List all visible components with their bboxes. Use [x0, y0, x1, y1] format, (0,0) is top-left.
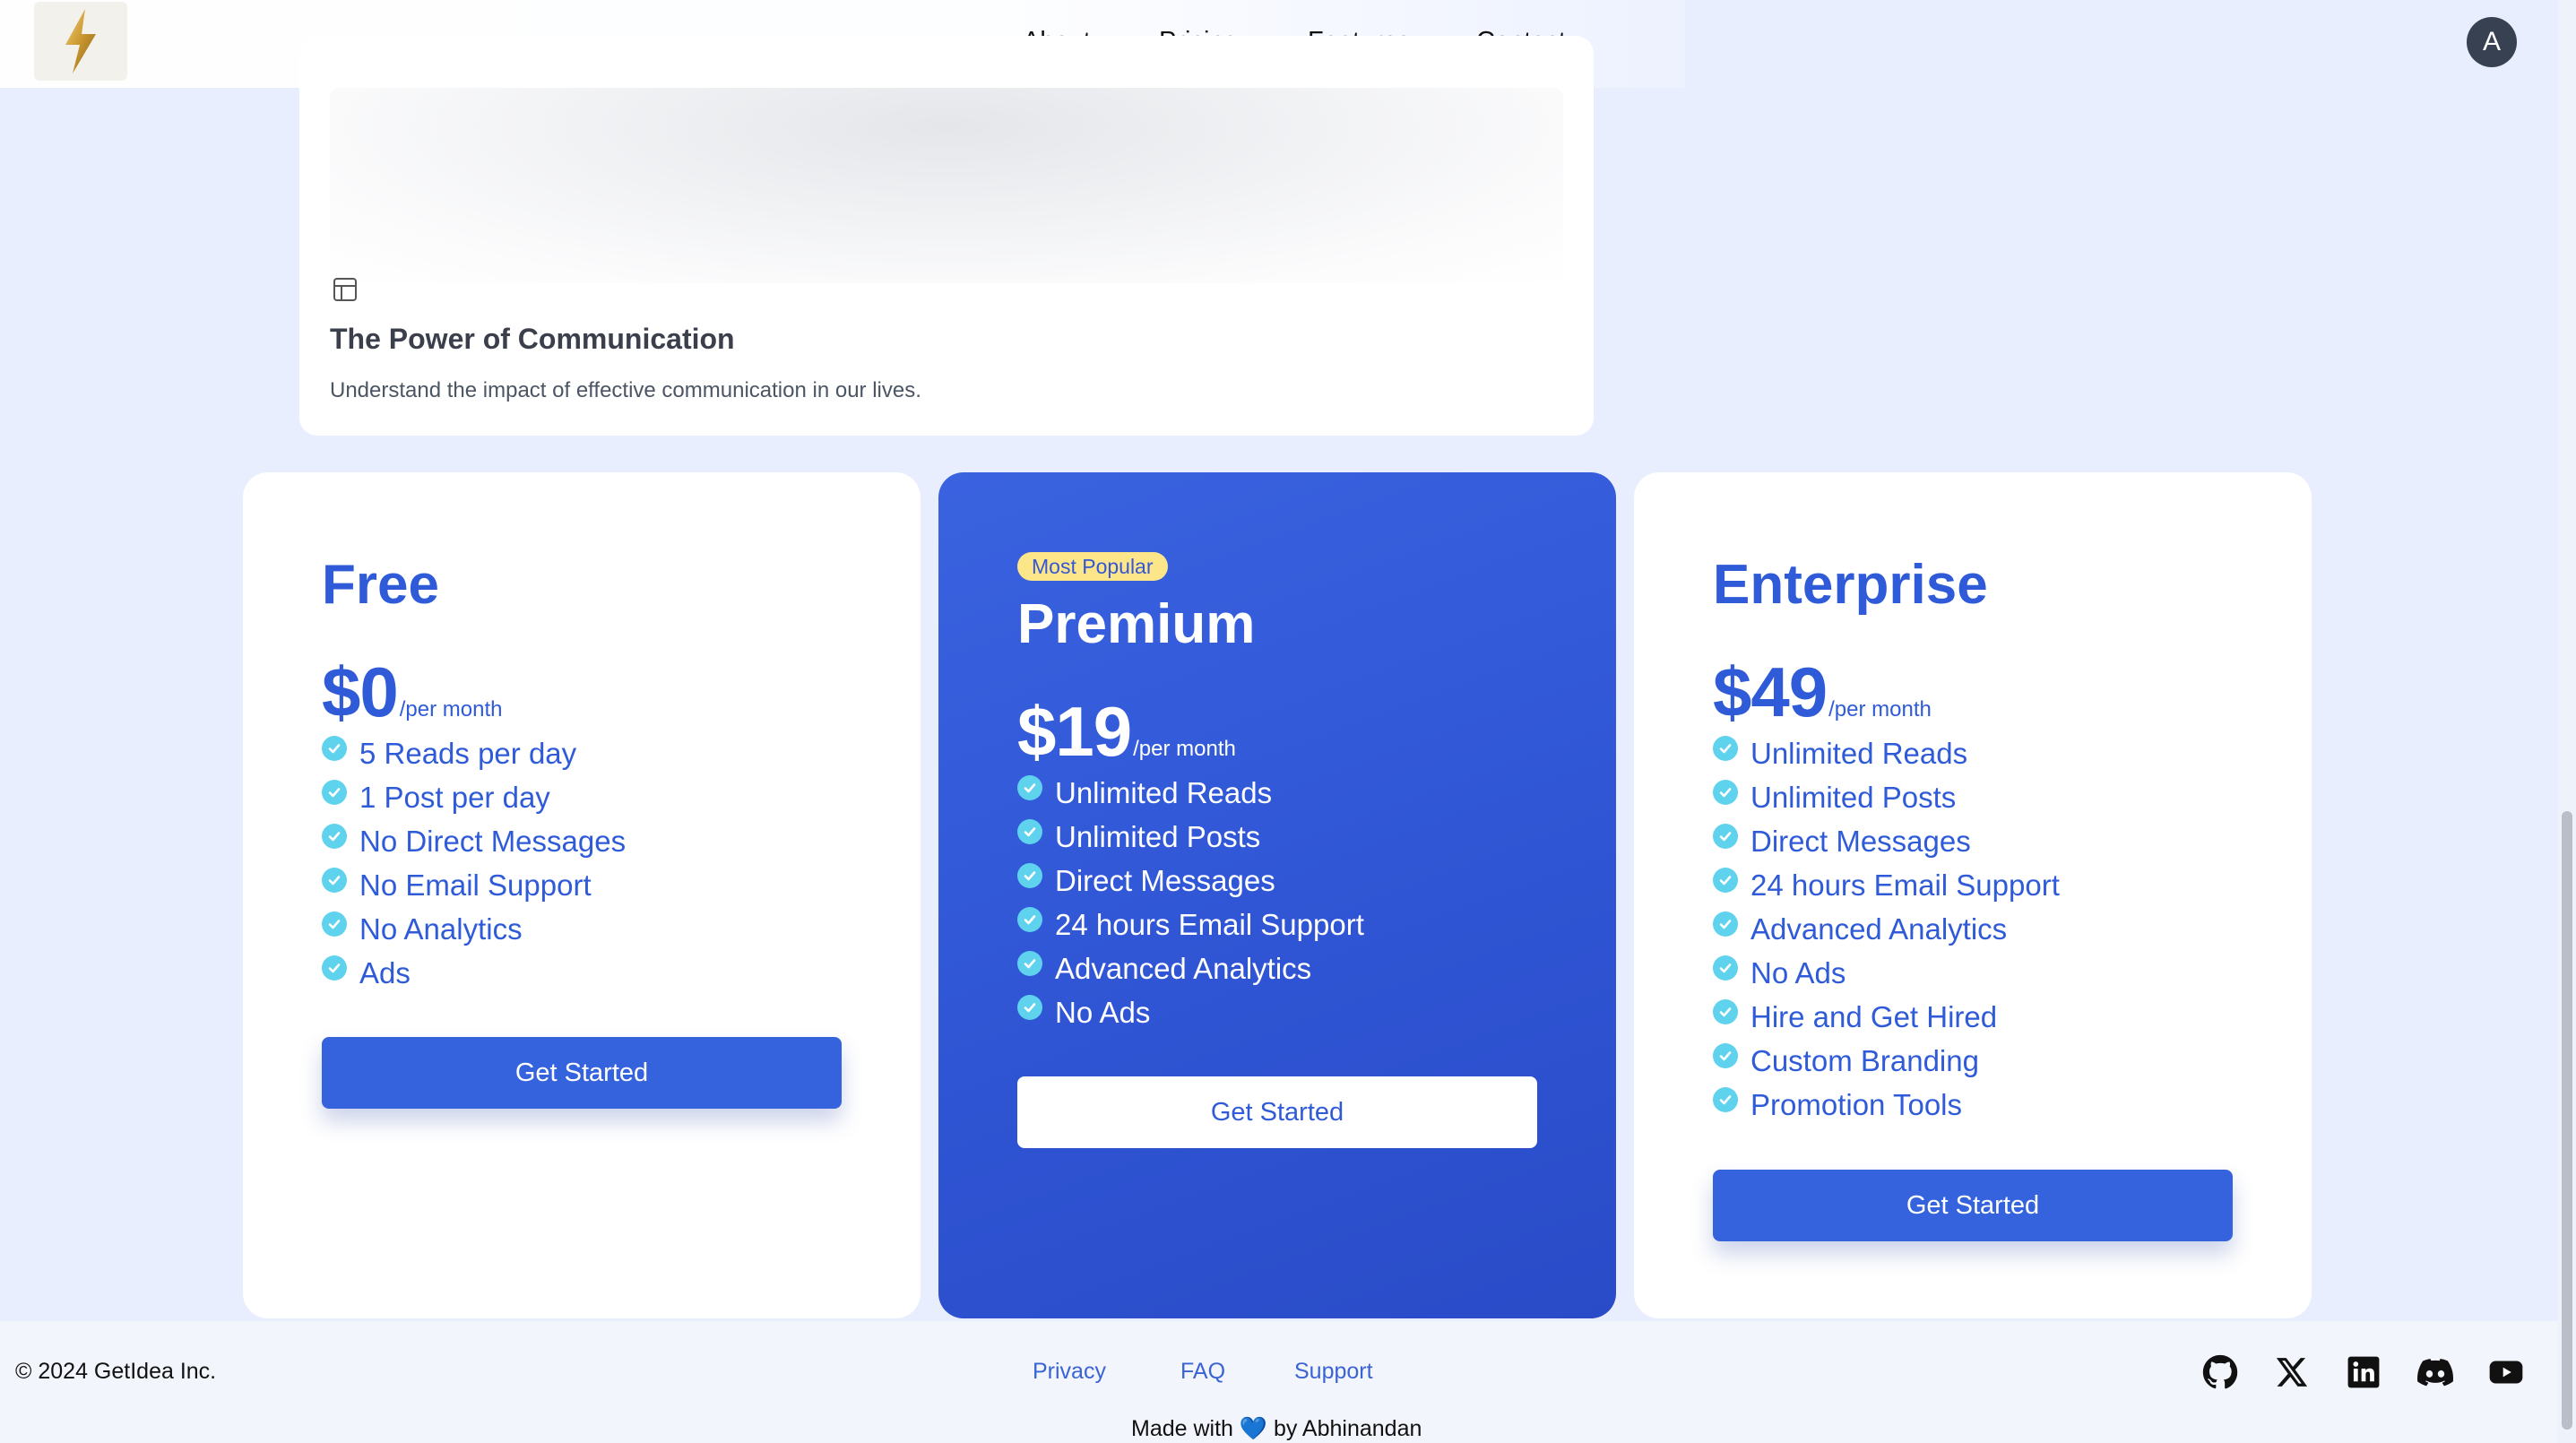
x-icon[interactable]: [2273, 1353, 2311, 1391]
user-avatar[interactable]: A: [2467, 17, 2517, 67]
feature-item: No Analytics: [322, 907, 626, 951]
plan-price: $0: [322, 652, 399, 731]
check-icon: [1713, 735, 1738, 761]
feature-item: Advanced Analytics: [1017, 946, 1364, 990]
check-icon: [1017, 994, 1042, 1020]
check-icon: [322, 911, 347, 937]
plan-price: $19: [1017, 692, 1132, 771]
check-icon: [322, 735, 347, 761]
github-icon[interactable]: [2201, 1353, 2239, 1391]
feature-item: No Ads: [1713, 951, 2060, 995]
pricing-card-free: Free $0 /per month 5 Reads per day 1 Pos…: [243, 472, 921, 1318]
check-icon: [1713, 1086, 1738, 1112]
check-icon: [1713, 911, 1738, 937]
check-icon: [1017, 862, 1042, 888]
feature-item: 24 hours Email Support: [1713, 863, 2060, 907]
plan-name: Premium: [1017, 593, 1256, 655]
check-icon: [1017, 906, 1042, 932]
check-icon: [322, 823, 347, 849]
price-row: $0 /per month: [322, 652, 503, 733]
feature-item: Unlimited Posts: [1017, 815, 1364, 859]
discord-icon[interactable]: [2416, 1353, 2454, 1391]
footer-link-privacy[interactable]: Privacy: [1033, 1359, 1106, 1385]
check-icon: [1017, 818, 1042, 844]
get-started-button-enterprise[interactable]: Get Started: [1713, 1170, 2233, 1241]
price-row: $49 /per month: [1713, 652, 1932, 733]
feature-item: Ads: [322, 951, 626, 995]
feature-item: Custom Branding: [1713, 1039, 2060, 1083]
most-popular-badge: Most Popular: [1017, 552, 1168, 581]
feature-item: Unlimited Posts: [1713, 775, 2060, 819]
made-with-text: Made with 💙 by Abhinandan: [1131, 1416, 1422, 1441]
feature-item: Unlimited Reads: [1713, 731, 2060, 775]
layout-icon: [333, 278, 357, 301]
feature-list: 5 Reads per day 1 Post per day No Direct…: [322, 731, 626, 995]
check-icon: [322, 779, 347, 805]
plan-name: Free: [322, 554, 439, 616]
copyright-text: © 2024 GetIdea Inc.: [15, 1359, 217, 1384]
check-icon: [1017, 774, 1042, 800]
get-started-button-free[interactable]: Get Started: [322, 1037, 842, 1109]
price-row: $19 /per month: [1017, 691, 1236, 773]
scrollbar-thumb[interactable]: [2562, 811, 2572, 1430]
check-icon: [1713, 1042, 1738, 1068]
feature-item: Advanced Analytics: [1713, 907, 2060, 951]
feature-item: Unlimited Reads: [1017, 771, 1364, 815]
footer: © 2024 GetIdea Inc. Privacy FAQ Support …: [0, 1321, 2558, 1443]
check-icon: [1713, 823, 1738, 849]
check-icon: [322, 867, 347, 893]
feature-item: Direct Messages: [1017, 859, 1364, 903]
footer-link-faq[interactable]: FAQ: [1180, 1359, 1225, 1385]
check-icon: [1713, 955, 1738, 981]
feature-item: No Email Support: [322, 863, 626, 907]
feature-item: Promotion Tools: [1713, 1083, 2060, 1127]
linkedin-icon[interactable]: [2345, 1353, 2382, 1391]
check-icon: [1713, 998, 1738, 1024]
article-image: [330, 88, 1563, 283]
plan-name: Enterprise: [1713, 554, 1988, 616]
check-icon: [1713, 779, 1738, 805]
feature-list: Unlimited Reads Unlimited Posts Direct M…: [1713, 731, 2060, 1127]
feature-item: 24 hours Email Support: [1017, 903, 1364, 946]
feature-item: No Direct Messages: [322, 819, 626, 863]
pricing-card-premium: Most Popular Premium $19 /per month Unli…: [938, 472, 1616, 1318]
feature-list: Unlimited Reads Unlimited Posts Direct M…: [1017, 771, 1364, 1034]
plan-period: /per month: [399, 697, 503, 722]
feature-item: 1 Post per day: [322, 775, 626, 819]
check-icon: [1713, 867, 1738, 893]
article-card[interactable]: The Power of Communication Understand th…: [299, 36, 1594, 436]
plan-period: /per month: [1828, 697, 1932, 722]
youtube-icon[interactable]: [2487, 1353, 2525, 1391]
footer-link-support[interactable]: Support: [1294, 1359, 1373, 1385]
check-icon: [322, 955, 347, 981]
feature-item: Hire and Get Hired: [1713, 995, 2060, 1039]
article-title: The Power of Communication: [330, 323, 735, 355]
article-description: Understand the impact of effective commu…: [330, 378, 921, 402]
check-icon: [1017, 950, 1042, 976]
plan-period: /per month: [1133, 737, 1236, 761]
feature-item: No Ads: [1017, 990, 1364, 1034]
feature-item: 5 Reads per day: [322, 731, 626, 775]
plan-price: $49: [1713, 652, 1828, 731]
get-started-button-premium[interactable]: Get Started: [1017, 1076, 1537, 1148]
pricing-card-enterprise: Enterprise $49 /per month Unlimited Read…: [1634, 472, 2312, 1318]
feature-item: Direct Messages: [1713, 819, 2060, 863]
